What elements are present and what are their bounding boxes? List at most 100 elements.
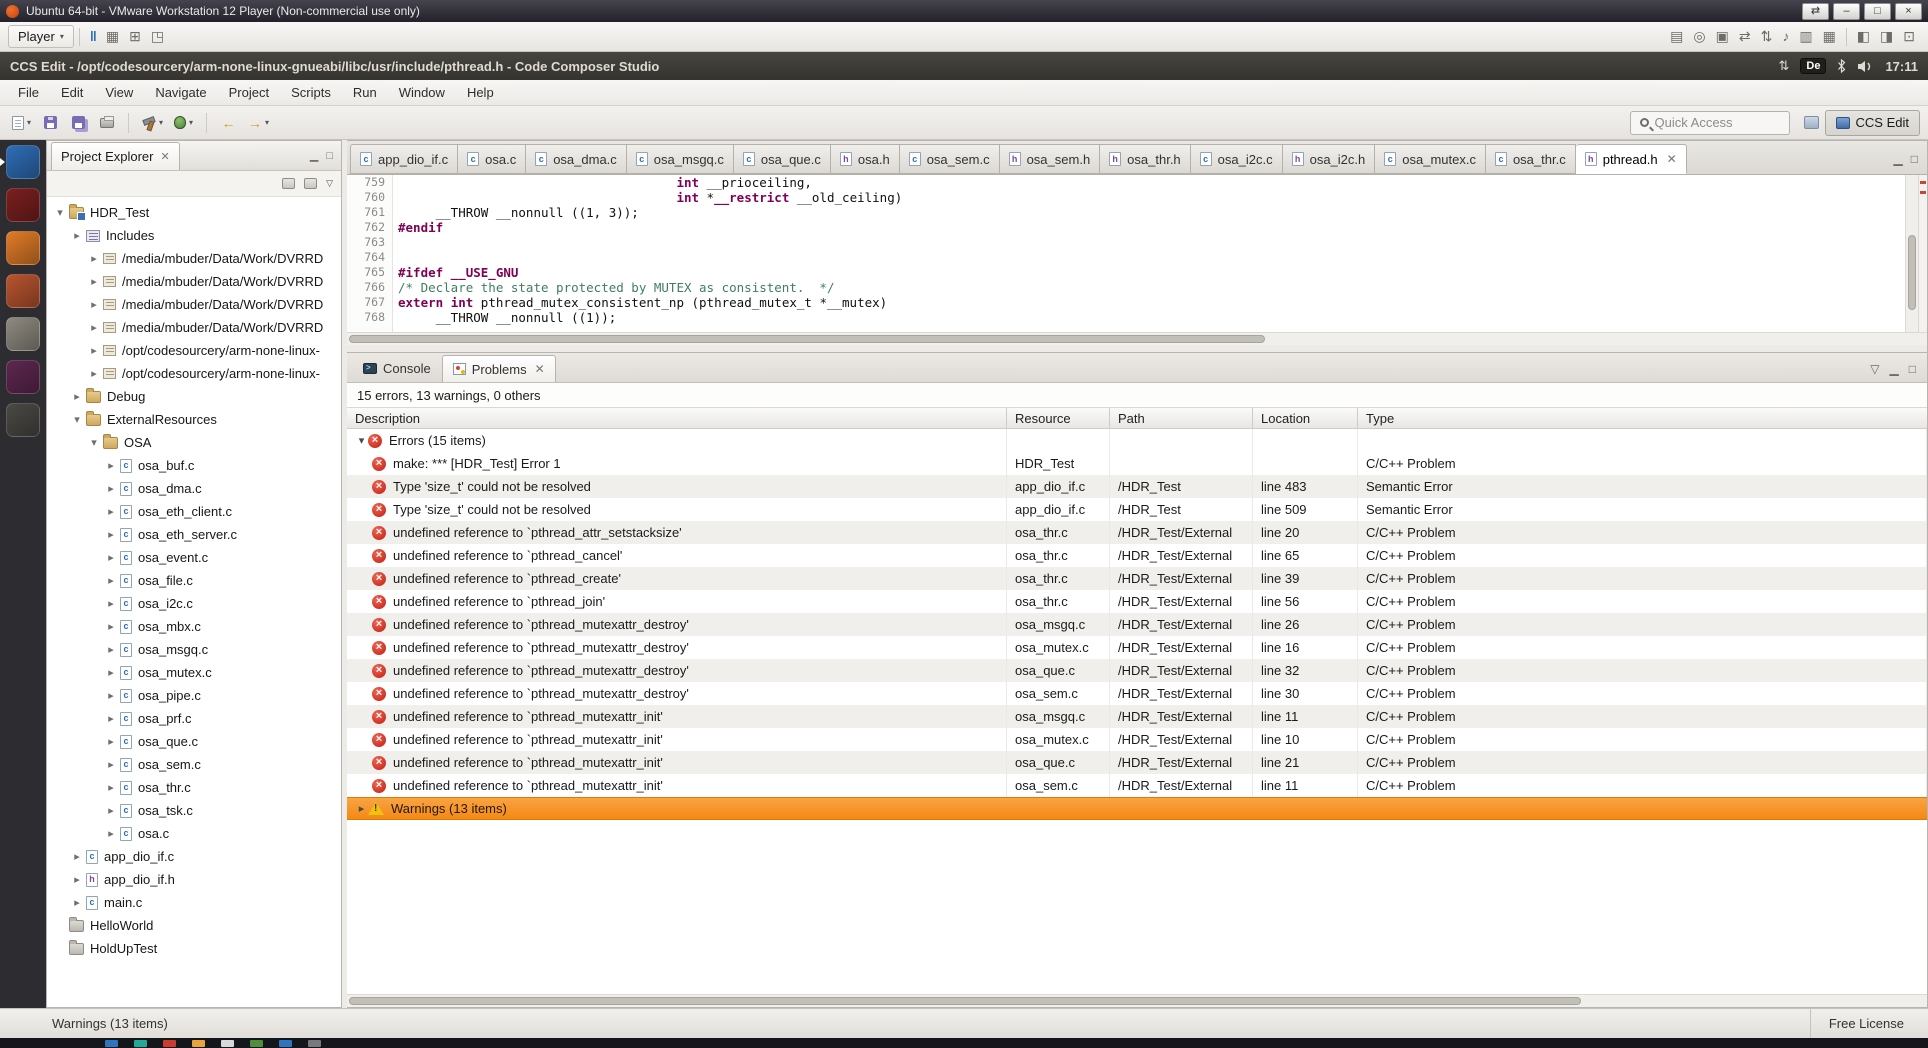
editor-tab-osa.h[interactable]: hosa.h <box>831 144 900 174</box>
fullscreen-icon[interactable]: ⊡ <box>1898 26 1920 47</box>
tree-item-osa_buf.c[interactable]: cosa_buf.c <box>47 454 341 477</box>
expand-arrow-icon[interactable]: ▸ <box>355 802 368 815</box>
taskbar-item[interactable] <box>250 1040 263 1047</box>
tree-expand-arrow[interactable] <box>104 459 118 472</box>
scrollbar-thumb[interactable] <box>349 335 1265 343</box>
error-marker[interactable] <box>1920 191 1926 194</box>
minimize-button[interactable]: – <box>1833 3 1860 20</box>
cdrom-icon[interactable]: ◎ <box>1688 26 1710 47</box>
problem-row[interactable]: undefined reference to `pthread_attr_set… <box>347 521 1927 544</box>
problem-row[interactable]: undefined reference to `pthread_mutexatt… <box>347 728 1927 751</box>
tree-expand-arrow[interactable] <box>87 275 101 288</box>
menu-run[interactable]: Run <box>343 82 387 103</box>
tree-expand-arrow[interactable] <box>87 436 101 449</box>
tree-item-Includes[interactable]: Includes <box>47 224 341 247</box>
tree-item-osa_msgq.c[interactable]: cosa_msgq.c <box>47 638 341 661</box>
grab-input-icon[interactable]: ⊞ <box>124 26 146 47</box>
tree-item-osa.c[interactable]: cosa.c <box>47 822 341 845</box>
tree-expand-arrow[interactable] <box>87 298 101 311</box>
close-view-icon[interactable]: ✕ <box>160 150 169 163</box>
column-header-type[interactable]: Type <box>1358 408 1927 428</box>
column-header-location[interactable]: Location <box>1253 408 1358 428</box>
quick-access-input[interactable]: Quick Access <box>1630 111 1790 135</box>
display-icon[interactable]: ▦ <box>1818 26 1841 47</box>
tree-item-mediambuderDataWorkDVRRD[interactable]: /media/mbuder/Data/Work/DVRRD <box>47 247 341 270</box>
tree-item-osa_i2c.c[interactable]: cosa_i2c.c <box>47 592 341 615</box>
network-indicator-icon[interactable]: ⇅ <box>1778 58 1789 74</box>
tree-item-HoldUpTest[interactable]: HoldUpTest <box>47 937 341 960</box>
perspective-ccs-edit-button[interactable]: CCS Edit <box>1825 110 1920 136</box>
tree-expand-arrow[interactable] <box>53 206 67 219</box>
tree-expand-arrow[interactable] <box>70 873 84 886</box>
problem-row[interactable]: undefined reference to `pthread_mutexatt… <box>347 636 1927 659</box>
tree-item-optcodesourceryarm-none-linux-[interactable]: /opt/codesourcery/arm-none-linux- <box>47 339 341 362</box>
menu-file[interactable]: File <box>8 82 49 103</box>
editor-tab-osa_que.c[interactable]: cosa_que.c <box>734 144 831 174</box>
problem-row[interactable]: undefined reference to `pthread_create'o… <box>347 567 1927 590</box>
menu-navigate[interactable]: Navigate <box>145 82 216 103</box>
problem-row[interactable]: Type 'size_t' could not be resolvedapp_d… <box>347 475 1927 498</box>
problem-row[interactable]: undefined reference to `pthread_mutexatt… <box>347 613 1927 636</box>
problem-row[interactable]: undefined reference to `pthread_mutexatt… <box>347 705 1927 728</box>
problems-group-warnings[interactable]: ▸Warnings (13 items) <box>347 797 1927 820</box>
taskbar-item[interactable] <box>163 1040 176 1047</box>
tree-expand-arrow[interactable] <box>104 689 118 702</box>
floppy-device-icon[interactable]: ▣ <box>1711 26 1734 47</box>
taskbar-item[interactable] <box>134 1040 147 1047</box>
project-explorer-tab[interactable]: Project Explorer ✕ <box>51 142 180 170</box>
files-launcher-icon[interactable] <box>6 317 40 351</box>
network-adapter-icon[interactable]: ⇄ <box>1734 26 1756 47</box>
editor-tab-osa_thr.c[interactable]: cosa_thr.c <box>1486 144 1576 174</box>
tree-expand-arrow[interactable] <box>70 896 84 909</box>
tree-item-osa_dma.c[interactable]: cosa_dma.c <box>47 477 341 500</box>
suspend-pause-icon[interactable]: ‖ <box>85 26 101 47</box>
save-button[interactable] <box>38 110 63 135</box>
tree-expand-arrow[interactable] <box>104 620 118 633</box>
software-center-launcher-icon[interactable] <box>6 274 40 308</box>
editor-tab-osa_mutex.c[interactable]: cosa_mutex.c <box>1375 144 1486 174</box>
editor-tab-osa_msgq.c[interactable]: cosa_msgq.c <box>627 144 734 174</box>
tree-item-osa_file.c[interactable]: cosa_file.c <box>47 569 341 592</box>
ubuntu-software-launcher-icon[interactable] <box>6 360 40 394</box>
ccs-launcher-icon[interactable] <box>6 145 40 179</box>
debug-button[interactable] <box>170 110 197 135</box>
tab-problems[interactable]: Problems ✕ <box>442 355 556 382</box>
tree-expand-arrow[interactable] <box>87 367 101 380</box>
menu-view[interactable]: View <box>95 82 143 103</box>
tree-expand-arrow[interactable] <box>87 321 101 334</box>
tree-item-mediambuderDataWorkDVRRD[interactable]: /media/mbuder/Data/Work/DVRRD <box>47 293 341 316</box>
editor-tab-osa_sem.c[interactable]: cosa_sem.c <box>900 144 1000 174</box>
forward-button[interactable]: → <box>244 110 273 135</box>
problems-group-errors[interactable]: ▾Errors (15 items) <box>347 429 1927 452</box>
maximize-view-button[interactable]: □ <box>1909 362 1916 376</box>
tree-expand-arrow[interactable] <box>104 597 118 610</box>
taskbar-item[interactable] <box>279 1040 292 1047</box>
print-button[interactable] <box>94 110 119 135</box>
tree-expand-arrow[interactable] <box>104 551 118 564</box>
editor-tab-pthread.h[interactable]: hpthread.h✕ <box>1576 144 1687 174</box>
terminal-launcher-icon[interactable] <box>6 403 40 437</box>
problem-row[interactable]: Type 'size_t' could not be resolvedapp_d… <box>347 498 1927 521</box>
send-ctrl-alt-del-icon[interactable]: ▦ <box>101 26 124 47</box>
editor-tab-osa_i2c.c[interactable]: cosa_i2c.c <box>1191 144 1283 174</box>
column-header-path[interactable]: Path <box>1110 408 1253 428</box>
tree-expand-arrow[interactable] <box>104 712 118 725</box>
open-perspective-icon[interactable] <box>1804 116 1819 129</box>
firefox-launcher-icon[interactable] <box>6 231 40 265</box>
printer-device-icon[interactable]: ▥ <box>1794 26 1817 47</box>
editor-tab-osa_sem.h[interactable]: hosa_sem.h <box>1000 144 1101 174</box>
tree-expand-arrow[interactable] <box>104 643 118 656</box>
tree-item-HelloWorld[interactable]: HelloWorld <box>47 914 341 937</box>
taskbar-item[interactable] <box>221 1040 234 1047</box>
editor-tab-osa.c[interactable]: cosa.c <box>458 144 526 174</box>
minimize-view-button[interactable]: ▁ <box>1894 152 1903 166</box>
tree-item-osa_thr.c[interactable]: cosa_thr.c <box>47 776 341 799</box>
tree-expand-arrow[interactable] <box>104 528 118 541</box>
tree-item-OSA[interactable]: OSA <box>47 431 341 454</box>
tree-item-osa_prf.c[interactable]: cosa_prf.c <box>47 707 341 730</box>
tree-item-optcodesourceryarm-none-linux-[interactable]: /opt/codesourcery/arm-none-linux- <box>47 362 341 385</box>
tree-item-HDR_Test[interactable]: HDR_Test <box>47 201 341 224</box>
problem-row[interactable]: undefined reference to `pthread_join'osa… <box>347 590 1927 613</box>
taskbar-item[interactable] <box>105 1040 118 1047</box>
bluetooth-icon[interactable] <box>1837 59 1846 73</box>
